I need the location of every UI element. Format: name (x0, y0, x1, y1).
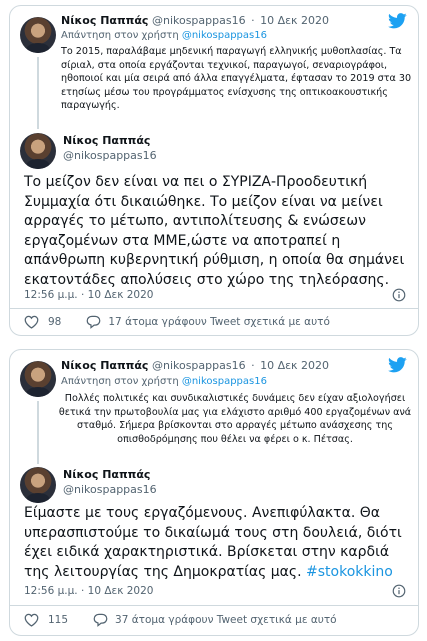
reply-mention-link[interactable]: @nikospappas16 (182, 30, 267, 41)
tweet-date[interactable]: 10 Δεκ 2020 (88, 289, 154, 301)
avatar[interactable] (20, 133, 56, 169)
tweet-actions: 98 17 άτομα γράφουν Tweet σχετικά με αυτ… (24, 315, 330, 329)
heart-icon[interactable] (24, 613, 39, 627)
separator: · (251, 359, 255, 372)
author-name[interactable]: Νίκος Παππάς (63, 133, 157, 148)
heart-icon[interactable] (24, 315, 39, 329)
quoted-tweet-header: Νίκος Παππάς @nikospappas16 · 10 Δεκ 202… (61, 14, 329, 28)
tweet-card[interactable]: Νίκος Παππάς @nikospappas16 · 10 Δεκ 202… (9, 349, 419, 636)
tweet-date[interactable]: 10 Δεκ 2020 (260, 359, 329, 372)
comment-bubble-icon[interactable] (93, 613, 108, 627)
author-handle[interactable]: @nikospappas16 (63, 148, 157, 163)
thread-line (37, 401, 39, 464)
separator: · (251, 14, 255, 27)
tweet-text: Είμαστε με τους εργαζόμενους. Ανεπιφύλακ… (24, 504, 416, 582)
separator: · (80, 585, 85, 597)
avatar[interactable] (20, 361, 56, 397)
tweet-text: Το μείζον δεν είναι να πει ο ΣΥΡΙΖΑ-Προο… (24, 173, 416, 291)
quoted-tweet-header: Νίκος Παππάς @nikospappas16 · 10 Δεκ 202… (61, 359, 329, 373)
like-count[interactable]: 115 (48, 614, 68, 626)
talking-about-link[interactable]: 17 άτομα γράφουν Tweet σχετικά με αυτό (108, 316, 330, 328)
twitter-bird-icon[interactable] (388, 13, 407, 29)
tweet-date[interactable]: 10 Δεκ 2020 (260, 14, 329, 27)
tweet-time[interactable]: 12:56 μ.μ. (24, 289, 78, 301)
separator: · (80, 289, 85, 301)
author-handle[interactable]: @nikospappas16 (63, 482, 157, 497)
comment-bubble-icon[interactable] (86, 315, 101, 329)
tweet-timestamp[interactable]: 12:56 μ.μ. · 10 Δεκ 2020 (24, 585, 153, 597)
twitter-bird-icon[interactable] (388, 357, 407, 373)
author-name[interactable]: Νίκος Παππάς (61, 14, 148, 27)
reply-prefix: Απάντηση στον χρήστη (61, 376, 179, 387)
like-count[interactable]: 98 (48, 316, 61, 328)
tweet-time[interactable]: 12:56 μ.μ. (24, 585, 78, 597)
author-name[interactable]: Νίκος Παππάς (63, 467, 157, 482)
reply-context: Απάντηση στον χρήστη @nikospappas16 (61, 375, 267, 388)
thread-line (37, 57, 39, 129)
tweet-actions: 115 37 άτομα γράφουν Tweet σχετικά με αυ… (24, 613, 337, 627)
tweet-timestamp[interactable]: 12:56 μ.μ. · 10 Δεκ 2020 (24, 289, 153, 301)
info-icon[interactable] (392, 584, 406, 598)
author-block: Νίκος Παππάς @nikospappas16 (63, 133, 157, 163)
divider (10, 605, 418, 606)
talking-about-link[interactable]: 37 άτομα γράφουν Tweet σχετικά με αυτό (115, 614, 337, 626)
avatar[interactable] (20, 17, 56, 53)
hashtag-link[interactable]: #stokokkino (306, 564, 393, 580)
author-name[interactable]: Νίκος Παππάς (61, 359, 148, 372)
author-block: Νίκος Παππάς @nikospappas16 (63, 467, 157, 497)
tweet-date[interactable]: 10 Δεκ 2020 (88, 585, 154, 597)
author-handle[interactable]: @nikospappas16 (152, 14, 246, 27)
tweet-body: Το μείζον δεν είναι να πει ο ΣΥΡΙΖΑ-Προο… (24, 174, 405, 288)
quoted-tweet-text: Το 2015, παραλάβαμε μηδενική παραγωγή ελ… (61, 46, 412, 111)
author-handle[interactable]: @nikospappas16 (152, 359, 246, 372)
reply-mention-link[interactable]: @nikospappas16 (182, 376, 267, 387)
tweet-card[interactable]: Νίκος Παππάς @nikospappas16 · 10 Δεκ 202… (9, 5, 419, 336)
avatar[interactable] (20, 467, 56, 503)
quoted-tweet-text: Πολλές πολιτικές και συνδικαλιστικές δυν… (58, 393, 412, 445)
divider (10, 308, 418, 309)
info-icon[interactable] (392, 288, 406, 302)
reply-prefix: Απάντηση στον χρήστη (61, 30, 179, 41)
reply-context: Απάντηση στον χρήστη @nikospappas16 (61, 29, 267, 42)
